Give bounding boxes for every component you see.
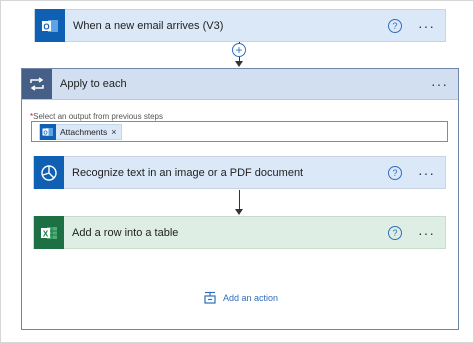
attachments-token[interactable]: O Attachments × [39,124,122,140]
svg-text:O: O [43,22,49,31]
action-title-add-row: Add a row into a table [72,226,179,239]
svg-text:X: X [43,229,49,238]
action-card-recognize-text[interactable]: Recognize text in an image or a PDF docu… [33,156,446,189]
outlook-icon: O [35,9,65,42]
select-output-input[interactable]: O Attachments × [31,121,448,142]
svg-text:O: O [43,130,48,136]
apply-to-each-header[interactable]: Apply to each ··· [22,69,458,100]
excel-icon: X [34,216,64,249]
add-action-label: Add an action [223,293,279,303]
trigger-more-icon[interactable]: ··· [418,19,435,33]
insert-step-plus-icon[interactable]: + [232,43,246,57]
trigger-help-icon[interactable]: ? [388,18,402,33]
connector-arrow-icon [235,61,243,67]
attachments-token-label: Attachments [60,127,108,137]
apply-to-each-more-icon[interactable]: ··· [431,76,448,92]
action-title-recognize-text: Recognize text in an image or a PDF docu… [72,166,304,179]
add-row-more-icon[interactable]: ··· [418,226,435,240]
ai-builder-icon [34,156,64,189]
outlook-token-icon: O [40,124,56,140]
recognize-text-more-icon[interactable]: ··· [418,166,435,180]
trigger-card-new-email[interactable]: O When a new email arrives (V3) ? ··· [34,9,446,42]
apply-to-each-title: Apply to each [60,78,127,90]
add-an-action-button[interactable]: Add an action [203,291,278,305]
remove-token-icon[interactable]: × [111,127,116,137]
select-output-label: *Select an output from previous steps [30,112,163,121]
connector-line [239,190,240,210]
add-action-icon [203,291,217,305]
action-card-add-row[interactable]: X Add a row into a table ? ··· [33,216,446,249]
connector-arrow-icon [235,209,243,215]
trigger-title: When a new email arrives (V3) [73,19,224,32]
add-row-help-icon[interactable]: ? [388,225,402,240]
recognize-text-help-icon[interactable]: ? [388,165,402,180]
loop-icon [22,69,52,99]
